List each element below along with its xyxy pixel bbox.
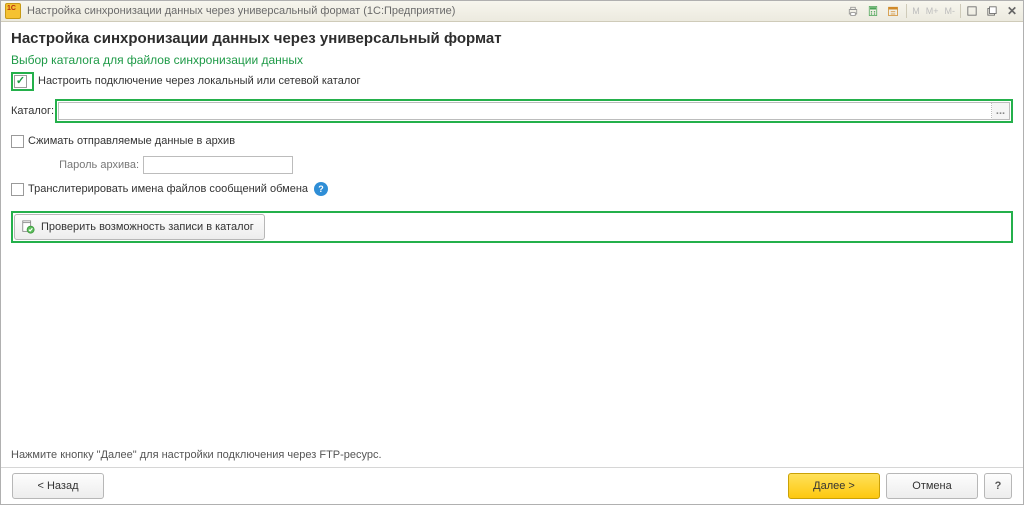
footer-help-button[interactable]: ? bbox=[984, 473, 1012, 499]
compress-checkbox[interactable] bbox=[11, 135, 24, 148]
memory-m[interactable]: M bbox=[909, 6, 923, 16]
next-button[interactable]: Далее > bbox=[788, 473, 880, 499]
catalog-browse-button[interactable]: ... bbox=[992, 102, 1010, 120]
catalog-input[interactable] bbox=[58, 102, 992, 120]
local-connect-checkbox[interactable] bbox=[14, 75, 27, 88]
app-icon bbox=[5, 3, 21, 19]
footer-hint: Нажмите кнопку "Далее" для настройки под… bbox=[11, 445, 1013, 467]
compress-label: Сжимать отправляемые данные в архив bbox=[28, 135, 235, 147]
print-icon[interactable] bbox=[844, 3, 862, 19]
memory-mminus[interactable]: M- bbox=[942, 6, 959, 16]
cancel-button[interactable]: Отмена bbox=[886, 473, 978, 499]
translit-row: Транслитерировать имена файлов сообщений… bbox=[11, 179, 1013, 199]
titlebar: Настройка синхронизации данных через уни… bbox=[1, 1, 1023, 22]
content-area: Настройка синхронизации данных через уни… bbox=[1, 22, 1023, 467]
page-subtitle: Выбор каталога для файлов синхронизации … bbox=[11, 53, 1013, 67]
calculator-icon[interactable] bbox=[864, 3, 882, 19]
app-window: Настройка синхронизации данных через уни… bbox=[0, 0, 1024, 505]
document-check-icon bbox=[21, 220, 35, 234]
maximize-button[interactable] bbox=[983, 3, 1001, 19]
calendar-icon[interactable] bbox=[884, 3, 902, 19]
translit-checkbox[interactable] bbox=[11, 183, 24, 196]
local-connect-label: Настроить подключение через локальный ил… bbox=[38, 75, 361, 87]
close-button[interactable]: ✕ bbox=[1003, 3, 1021, 19]
translit-label: Транслитерировать имена файлов сообщений… bbox=[28, 183, 308, 195]
page-title: Настройка синхронизации данных через уни… bbox=[11, 30, 1013, 47]
catalog-label: Каталог: bbox=[11, 105, 55, 117]
minimize-button[interactable] bbox=[963, 3, 981, 19]
test-write-button[interactable]: Проверить возможность записи в каталог bbox=[14, 214, 265, 240]
password-row: Пароль архива: bbox=[11, 155, 1013, 175]
local-connect-row: Настроить подключение через локальный ил… bbox=[11, 71, 1013, 91]
footer-bar: < Назад Далее > Отмена ? bbox=[1, 467, 1023, 504]
compress-row: Сжимать отправляемые данные в архив bbox=[11, 131, 1013, 151]
catalog-row: Каталог: ... bbox=[11, 99, 1013, 123]
archive-password-input[interactable] bbox=[143, 156, 293, 174]
test-write-label: Проверить возможность записи в каталог bbox=[41, 221, 254, 233]
memory-mplus[interactable]: M+ bbox=[923, 6, 942, 16]
help-icon[interactable]: ? bbox=[314, 182, 328, 196]
back-button[interactable]: < Назад bbox=[12, 473, 104, 499]
window-title: Настройка синхронизации данных через уни… bbox=[27, 5, 455, 17]
password-label: Пароль архива: bbox=[11, 159, 143, 171]
